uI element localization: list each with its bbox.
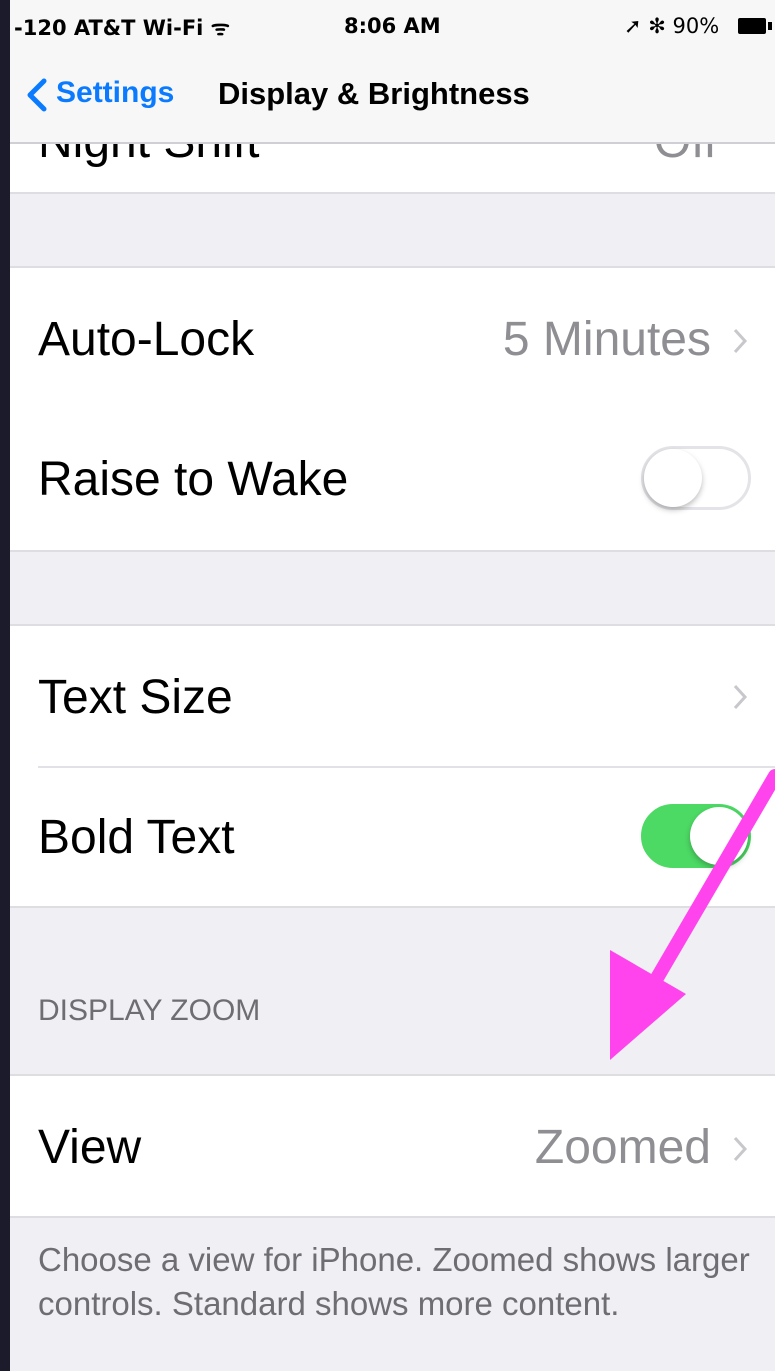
- status-bar: -120 AT&T Wi-Fi ᯤ 8:06 AM ➚ ✻ 90%: [10, 0, 775, 56]
- display-zoom-group: View Zoomed: [10, 1074, 775, 1218]
- chevron-right-icon: [733, 684, 748, 710]
- auto-lock-row[interactable]: Auto-Lock 5 Minutes: [10, 268, 775, 408]
- bold-text-toggle[interactable]: [641, 804, 751, 868]
- bold-text-label: Bold Text: [38, 811, 235, 864]
- back-button[interactable]: Settings: [56, 76, 174, 110]
- navigation-bar-overlay: Settings Display & Brightness: [10, 56, 775, 144]
- auto-lock-label: Auto-Lock: [38, 313, 255, 366]
- display-zoom-footer: Choose a view for iPhone. Zoomed shows l…: [38, 1241, 750, 1322]
- phone-screen: -120 AT&T Wi-Fi ᯤ 8:06 AM ➚ ✻ 90% Settin…: [10, 0, 775, 1371]
- text-size-label: Text Size: [38, 671, 233, 724]
- device-frame: -120 AT&T Wi-Fi ᯤ 8:06 AM ➚ ✻ 90% Settin…: [0, 0, 775, 1371]
- view-label: View: [38, 1121, 142, 1174]
- text-size-row[interactable]: Text Size: [10, 626, 775, 766]
- carrier-signal: -120 AT&T Wi-Fi ᯤ: [14, 16, 230, 40]
- view-value: Zoomed: [534, 1121, 711, 1174]
- raise-to-wake-toggle[interactable]: [641, 446, 751, 510]
- text-settings-group: Text Size Bold Text: [10, 624, 775, 908]
- chevron-right-icon: [733, 1136, 748, 1162]
- view-row[interactable]: View Zoomed: [10, 1076, 775, 1216]
- bold-text-row: Bold Text: [10, 768, 775, 906]
- raise-to-wake-row: Raise to Wake: [10, 408, 775, 548]
- raise-to-wake-label: Raise to Wake: [38, 453, 349, 506]
- toggle-knob: [644, 449, 702, 507]
- battery-tip-icon: [768, 22, 772, 30]
- page-title: Display & Brightness: [218, 76, 530, 111]
- back-chevron-icon[interactable]: [24, 78, 50, 112]
- lock-settings-group: Auto-Lock 5 Minutes Raise to Wake: [10, 266, 775, 552]
- status-time: 8:06 AM: [344, 14, 441, 38]
- chevron-right-icon: [733, 328, 748, 354]
- battery-icon: [738, 18, 766, 34]
- auto-lock-value: 5 Minutes: [502, 313, 711, 366]
- section-header-display-zoom: DISPLAY ZOOM: [38, 994, 261, 1027]
- toggle-knob: [690, 807, 748, 865]
- status-indicators: ➚ ✻ 90%: [624, 14, 720, 38]
